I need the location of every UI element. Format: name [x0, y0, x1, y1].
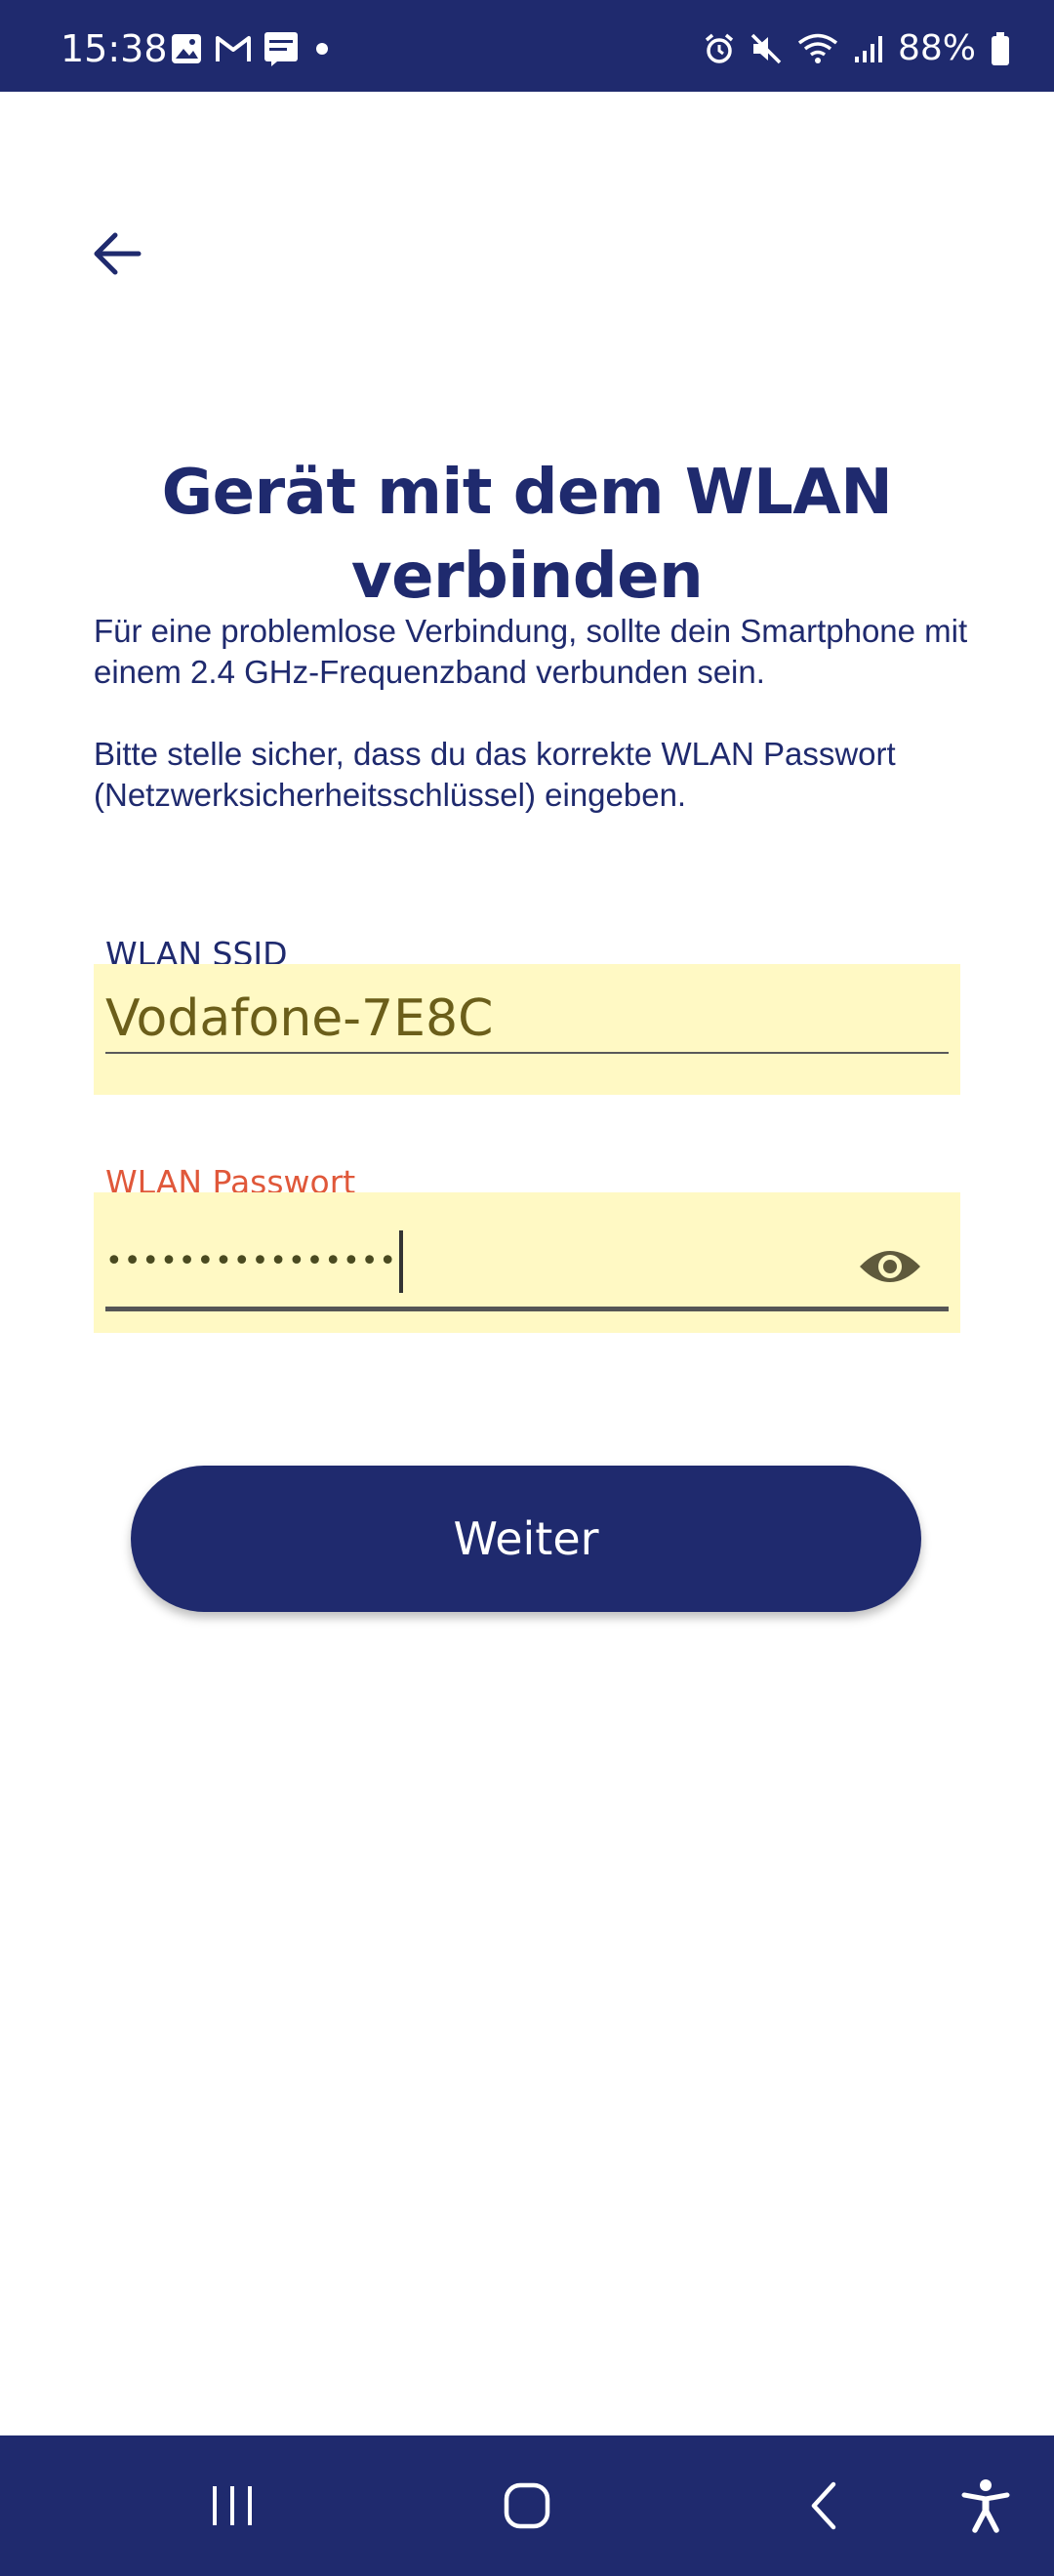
info-paragraph-password: Bitte stelle sicher, dass du das korrekt…: [94, 736, 896, 813]
gmail-icon: [215, 34, 252, 63]
recents-icon: [207, 2480, 258, 2531]
password-masked-value: ••••••••••••••••: [105, 1244, 398, 1278]
gallery-icon: [170, 32, 203, 65]
info-paragraph-frequency: Für eine problemlose Verbindung, sollte …: [94, 613, 968, 690]
eye-icon: [857, 1245, 923, 1288]
home-icon: [502, 2480, 552, 2531]
show-password-button[interactable]: [855, 1231, 925, 1302]
signal-icon: [853, 33, 884, 64]
ssid-input[interactable]: [105, 986, 949, 1054]
wifi-setup-screen: 15:38 88% Gerät mit dem WLAN verbinden F…: [0, 0, 1054, 2576]
page-title: Gerät mit dem WLAN verbinden: [161, 457, 893, 613]
navigation-bar: [0, 2435, 1054, 2576]
continue-button[interactable]: Weiter: [131, 1466, 921, 1612]
battery-icon: [990, 31, 1011, 66]
system-status: 88%: [703, 29, 1011, 68]
alarm-icon: [703, 32, 736, 65]
back-icon: [798, 2480, 849, 2531]
notification-icons: [170, 31, 334, 66]
accessibility-button[interactable]: [951, 2471, 1021, 2541]
password-input[interactable]: ••••••••••••••••: [105, 1216, 949, 1311]
battery-percentage: 88%: [897, 28, 976, 68]
back-button[interactable]: [78, 215, 156, 293]
password-field[interactable]: ••••••••••••••••: [94, 1192, 960, 1333]
recents-button[interactable]: [197, 2471, 267, 2541]
arrow-left-icon: [90, 226, 144, 281]
wifi-icon: [796, 32, 839, 65]
status-time: 15:38: [61, 27, 168, 70]
status-bar: 15:38 88%: [0, 0, 1054, 92]
info-text: Für eine problemlose Verbindung, sollte …: [94, 611, 972, 816]
consorsbank-icon: [264, 31, 299, 66]
ssid-field[interactable]: [94, 964, 960, 1095]
accessibility-icon: [960, 2478, 1011, 2533]
mute-icon: [750, 32, 783, 65]
dot-icon: [310, 37, 334, 60]
text-cursor: [399, 1229, 404, 1293]
home-button[interactable]: [492, 2471, 562, 2541]
system-back-button[interactable]: [789, 2471, 859, 2541]
